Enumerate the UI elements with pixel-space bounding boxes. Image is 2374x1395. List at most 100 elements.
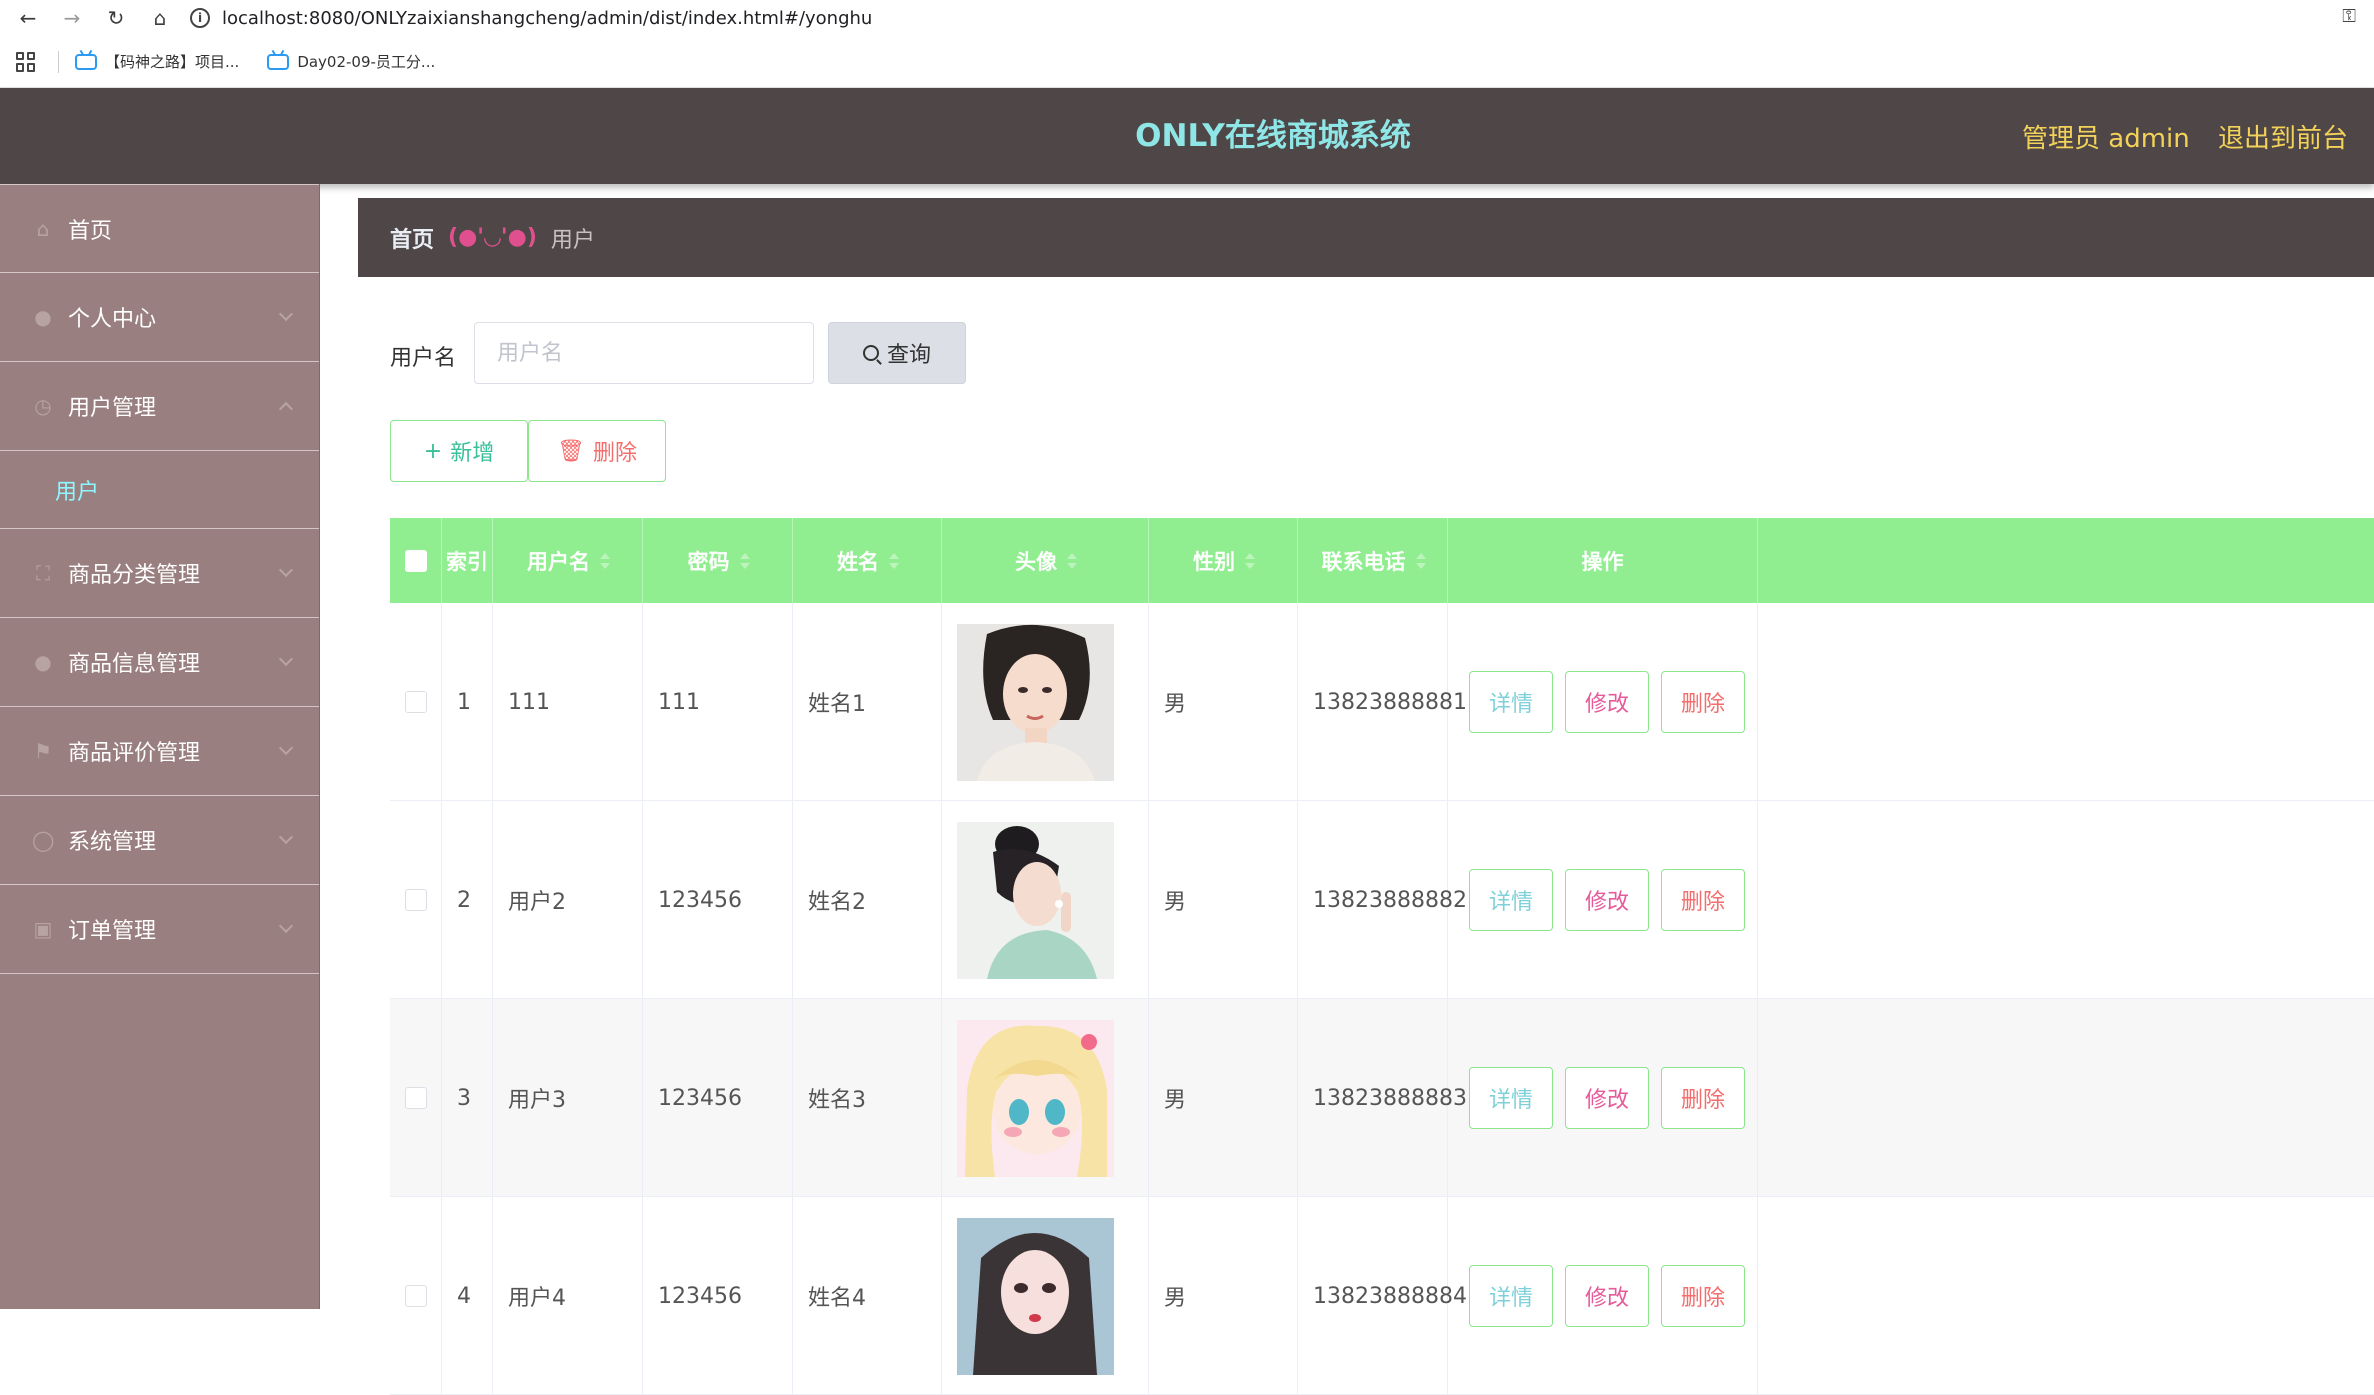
sidebar-item-category-management[interactable]: ⛶ 商品分类管理 [0, 529, 319, 618]
fullscreen-icon: ⛶ [36, 561, 50, 585]
search-label: 用户名 [390, 346, 457, 371]
phone-cell: 13823888882 [1298, 801, 1467, 999]
table-header: 索引 用户名 密码 姓名 头像 性别 联系电话 操作 [390, 518, 2374, 603]
edit-button[interactable]: 修改 [1565, 1265, 1649, 1327]
name-cell: 姓名4 [793, 1197, 942, 1395]
index-cell: 1 [442, 603, 493, 801]
sidebar-item-order-management[interactable]: ▣ 订单管理 [0, 885, 319, 974]
sidebar-item-product-management[interactable]: ● 商品信息管理 [0, 618, 319, 707]
mic-icon: ● [34, 650, 52, 674]
column-header-phone[interactable]: 联系电话 [1298, 518, 1448, 603]
actions-cell: 详情 修改 删除 [1448, 603, 1758, 801]
username-search-input[interactable] [474, 322, 814, 384]
username-cell: 用户2 [493, 801, 643, 999]
table-row: 4 用户4 123456 姓名4 男 13823888884 详情 修改 删除 [390, 1197, 2374, 1395]
user-table: 索引 用户名 密码 姓名 头像 性别 联系电话 操作 1 111 111 姓名1… [390, 518, 2374, 1395]
actions-cell: 详情 修改 删除 [1448, 801, 1758, 999]
detail-button[interactable]: 详情 [1469, 1067, 1553, 1129]
username-cell: 111 [493, 603, 643, 801]
column-header-gender[interactable]: 性别 [1149, 518, 1298, 603]
gender-cell: 男 [1149, 1197, 1298, 1395]
admin-label: 管理员 admin [2022, 124, 2190, 154]
column-header-avatar[interactable]: 头像 [942, 518, 1149, 603]
delete-button[interactable]: 删除 [1661, 1067, 1745, 1129]
app-header: ONLY在线商城系统 管理员 admin 退出到前台 [0, 88, 2374, 184]
add-button[interactable]: + 新增 [390, 420, 528, 482]
row-checkbox[interactable] [404, 1087, 427, 1109]
edit-button[interactable]: 修改 [1565, 671, 1649, 733]
gender-cell: 男 [1149, 999, 1298, 1197]
sidebar-item-user-management[interactable]: ◷ 用户管理 [0, 362, 319, 451]
user-icon: ● [34, 305, 52, 329]
row-checkbox[interactable] [404, 691, 427, 713]
flag-icon: ⚑ [34, 739, 52, 763]
chevron-down-icon [278, 740, 294, 756]
chevron-up-icon [278, 401, 294, 417]
bookmark-item[interactable]: 【码神之路】项目... [75, 51, 239, 72]
apps-icon[interactable] [16, 51, 36, 72]
edit-button[interactable]: 修改 [1565, 869, 1649, 931]
delete-button[interactable]: 删除 [1661, 1265, 1745, 1327]
bilibili-icon [267, 53, 290, 70]
avatar-cell [942, 1197, 1149, 1395]
exit-to-frontend-link[interactable]: 退出到前台 [2218, 118, 2348, 155]
sidebar-item-system-management[interactable]: ◯ 系统管理 [0, 796, 319, 885]
actions-cell: 详情 修改 删除 [1448, 1197, 1758, 1395]
username-cell: 用户3 [493, 999, 643, 1197]
detail-button[interactable]: 详情 [1469, 671, 1553, 733]
row-checkbox[interactable] [404, 1285, 427, 1307]
sort-icon[interactable] [600, 552, 610, 569]
edit-button[interactable]: 修改 [1565, 1067, 1649, 1129]
column-header-name[interactable]: 姓名 [793, 518, 942, 603]
search-button[interactable]: 查询 [828, 322, 966, 384]
column-header-password[interactable]: 密码 [643, 518, 793, 603]
select-all-checkbox[interactable] [404, 549, 427, 572]
bookmark-item[interactable]: Day02-09-员工分... [267, 51, 435, 72]
index-cell: 4 [442, 1197, 493, 1395]
sort-icon[interactable] [1415, 552, 1426, 569]
column-header-username[interactable]: 用户名 [493, 518, 643, 603]
batch-delete-button[interactable]: 🗑 删除 [528, 420, 666, 482]
actions-cell: 详情 修改 删除 [1448, 999, 1758, 1197]
browser-toolbar: ← → ↻ ⌂ i localhost:8080/ONLYzaixianshan… [0, 0, 2374, 36]
sort-icon[interactable] [1245, 552, 1255, 569]
index-cell: 2 [442, 801, 493, 999]
chevron-down-icon [278, 918, 294, 934]
key-icon[interactable]: ⚿ [2342, 6, 2356, 27]
home-icon[interactable]: ⌂ [144, 2, 176, 34]
site-info-icon[interactable]: i [190, 8, 210, 28]
globe-icon: ◯ [32, 828, 55, 852]
sidebar-item-personal-center[interactable]: ● 个人中心 [0, 273, 319, 362]
select-all-cell [390, 518, 442, 603]
forward-icon[interactable]: → [56, 2, 88, 34]
home-icon: ⌂ [36, 216, 50, 241]
phone-cell: 13823888883 [1298, 999, 1467, 1197]
password-cell: 123456 [643, 801, 793, 999]
sort-icon[interactable] [1067, 552, 1077, 569]
delete-button[interactable]: 删除 [1661, 671, 1745, 733]
sort-icon[interactable] [739, 552, 750, 569]
row-checkbox[interactable] [404, 889, 427, 911]
address-bar[interactable]: i localhost:8080/ONLYzaixianshangcheng/a… [190, 3, 872, 33]
detail-button[interactable]: 详情 [1469, 869, 1553, 931]
column-header-actions: 操作 [1448, 518, 1758, 603]
delete-button[interactable]: 删除 [1661, 869, 1745, 931]
name-cell: 姓名2 [793, 801, 942, 999]
avatar-cell [942, 603, 1149, 801]
sidebar-item-home[interactable]: ⌂ 首页 [0, 184, 319, 273]
breadcrumb-separator: (●'◡'●) [448, 225, 537, 250]
back-icon[interactable]: ← [12, 2, 44, 34]
bookmark-separator [58, 50, 59, 73]
reload-icon[interactable]: ↻ [100, 2, 132, 34]
name-cell: 姓名3 [793, 999, 942, 1197]
detail-button[interactable]: 详情 [1469, 1265, 1553, 1327]
breadcrumb-home[interactable]: 首页 [390, 222, 434, 254]
app-title: ONLY在线商城系统 [1135, 118, 1411, 154]
row-select-cell [390, 603, 442, 801]
breadcrumb-current: 用户 [550, 227, 595, 253]
url-text: localhost:8080/ONLYzaixianshangcheng/adm… [222, 7, 873, 29]
sidebar-item-review-management[interactable]: ⚑ 商品评价管理 [0, 707, 319, 796]
sort-icon[interactable] [889, 552, 899, 569]
sidebar-subitem-user[interactable]: 用户 [0, 451, 319, 529]
username-cell: 用户4 [493, 1197, 643, 1395]
